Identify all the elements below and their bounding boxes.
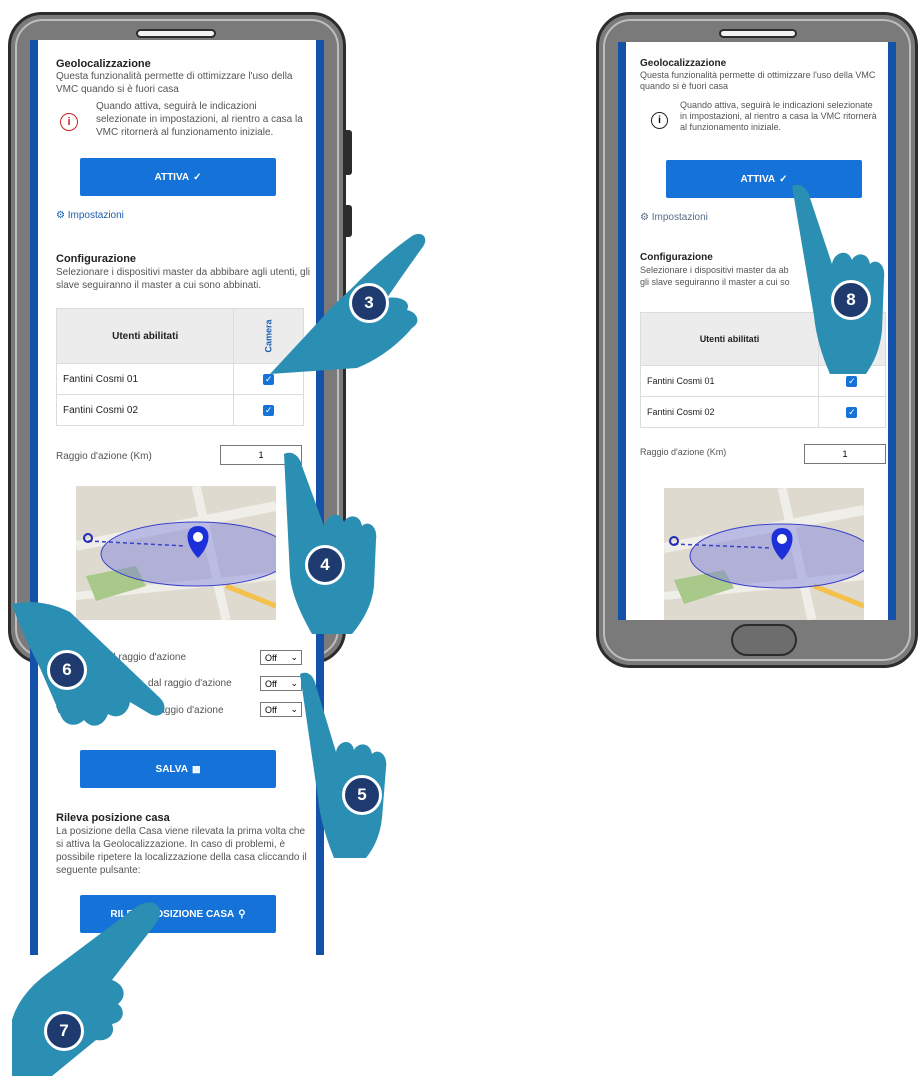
geo-title: Geolocalizzazione	[640, 58, 727, 69]
geo-description: Questa funzionalità permette di ottimizz…	[640, 70, 876, 91]
radius-label: Raggio d'azione (Km)	[640, 447, 727, 457]
right-phone-home-button[interactable]	[731, 624, 797, 656]
table-cell-checkbox[interactable]: ✓	[233, 394, 304, 426]
config-title: Configurazione	[640, 252, 713, 263]
hand-pointer-icon	[792, 184, 885, 374]
activate-label: ATTIVA	[154, 171, 190, 183]
table-cell-user: Fantini Cosmi 02	[55, 394, 235, 426]
settings-link[interactable]: ⚙ Impostazioni	[640, 212, 708, 223]
activate-label: ATTIVA	[740, 173, 776, 185]
save-button[interactable]: SALVA ▩	[80, 750, 276, 788]
table-cell-checkbox[interactable]: ✓	[817, 396, 887, 428]
check-circle-icon: ✓	[193, 171, 202, 183]
hand-pointer-icon	[270, 233, 426, 374]
save-label: SALVA	[155, 763, 188, 775]
checkbox-checked-icon[interactable]: ✓	[263, 404, 275, 416]
left-phone-speaker	[136, 29, 216, 38]
table-header-users: Utenti abilitati	[55, 308, 235, 364]
step-badge: 8	[831, 280, 871, 320]
activate-button[interactable]: ATTIVA ✓	[80, 158, 276, 196]
checkbox-checked-icon[interactable]: ✓	[846, 375, 858, 387]
step-badge: 3	[349, 283, 389, 323]
right-phone-speaker	[719, 29, 797, 38]
step-badge: 4	[305, 545, 345, 585]
config-title: Configurazione	[56, 253, 137, 265]
radius-map-illustration	[664, 488, 864, 620]
map-image	[664, 488, 864, 620]
geo-description: Questa funzionalità permette di ottimizz…	[56, 71, 293, 95]
hand-pointer-icon	[12, 602, 165, 726]
step-badge: 6	[47, 650, 87, 690]
gear-icon: ⚙	[56, 210, 65, 221]
location-pin-icon: ⚲	[238, 908, 246, 920]
radius-input[interactable]: 1	[804, 444, 886, 464]
chevron-down-icon: ⌄	[290, 652, 298, 662]
step-badge: 5	[342, 775, 382, 815]
geo-title: Geolocalizzazione	[56, 58, 151, 70]
radius-label: Raggio d'azione (Km)	[56, 451, 152, 462]
home-description: La posizione della Casa viene rilevata l…	[56, 826, 307, 876]
checkbox-checked-icon[interactable]: ✓	[846, 406, 858, 418]
info-text: Quando attiva, seguirà le indicazioni se…	[96, 101, 303, 138]
settings-link[interactable]: ⚙ Impostazioni	[56, 210, 124, 221]
rule-1-select[interactable]: Off ⌄	[260, 650, 302, 665]
info-icon: i	[651, 112, 668, 129]
table-row: Fantini Cosmi 02 ✓	[640, 396, 887, 428]
hand-pointer-icon	[12, 902, 160, 1076]
info-text: Quando attiva, seguirà le indicazioni se…	[680, 100, 877, 132]
info-icon: i	[60, 113, 78, 131]
floppy-icon: ▩	[191, 763, 201, 774]
hand-pointer-icon	[300, 672, 387, 858]
gear-icon: ⚙	[640, 212, 649, 223]
config-description-line-2: gli slave seguiranno il master a cui so	[640, 277, 790, 287]
left-phone-volume-button[interactable]	[343, 130, 352, 175]
table-cell-user: Fantini Cosmi 01	[55, 363, 235, 395]
step-badge: 7	[44, 1011, 84, 1051]
hand-pointer-icon	[284, 452, 377, 634]
home-title: Rileva posizione casa	[56, 812, 170, 824]
table-cell-user: Fantini Cosmi 02	[640, 396, 819, 428]
table-row: Fantini Cosmi 02 ✓	[55, 394, 304, 426]
